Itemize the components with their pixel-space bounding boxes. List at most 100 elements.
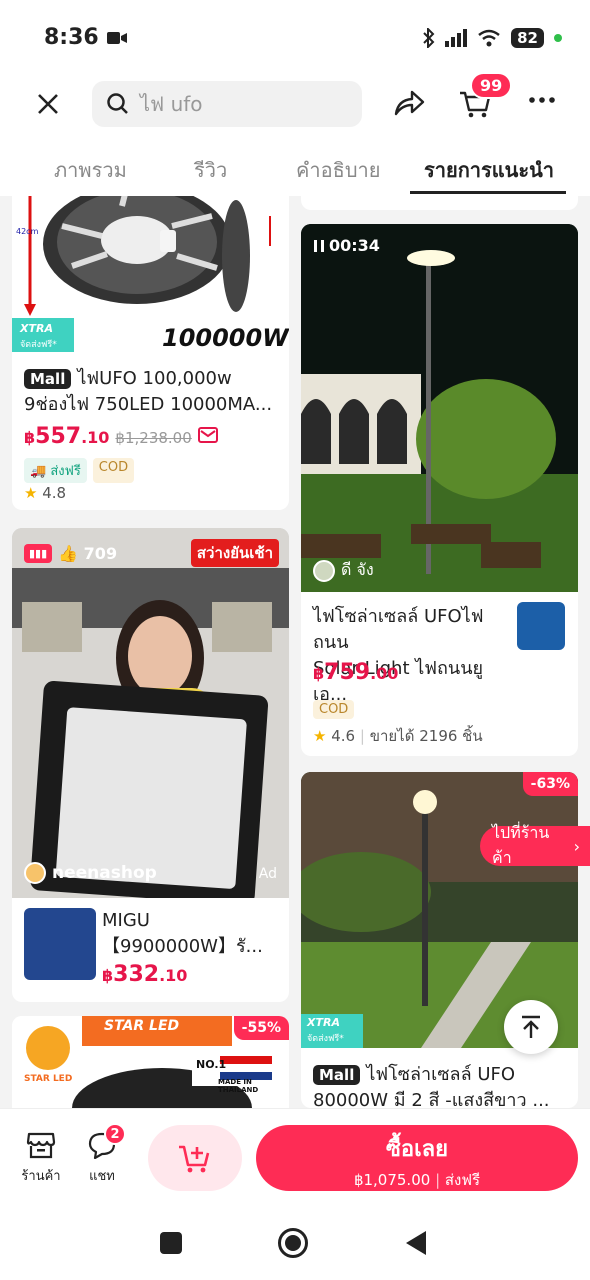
bluetooth-icon — [423, 27, 435, 48]
cod-tag: COD — [313, 700, 355, 719]
video-camera-icon — [106, 31, 127, 44]
tab-overview[interactable]: ภาพรวม — [54, 154, 127, 186]
add-to-cart-icon — [179, 1145, 210, 1173]
product-title: Mall ไฟโซล่าเซลล์ UFO 80000W มี 2 สี -แสงส… — [313, 1064, 550, 1108]
wattage-text: 100000W — [162, 324, 289, 352]
pause-icon — [314, 239, 324, 252]
product-image: 42cm XTRA จัดส่งฟรี* 100000W — [12, 196, 289, 356]
svg-text:42cm: 42cm — [16, 227, 39, 236]
rating: ★ 4.8 — [24, 484, 67, 502]
close-icon — [38, 94, 58, 114]
creator-info[interactable]: ดี จัง — [313, 558, 374, 583]
search-icon — [107, 93, 128, 114]
tag-row: 🚚 ส่งฟรี COD — [24, 458, 135, 483]
more-options-button[interactable] — [528, 86, 556, 121]
product-card-solar-light[interactable]: 00:34 ดี จัง ไฟโซล่าเซลล์ UFOไฟถนน Solar … — [301, 224, 578, 756]
xtra-badge: XTRA จัดส่งฟรี* — [301, 1014, 363, 1048]
title-line1: ไฟUFO 100,000w — [77, 368, 232, 389]
bottom-action-bar: ร้านค้า แชท 2 ซื้อเลย ฿1,075.00 | ส่งฟรี — [0, 1108, 590, 1200]
rating-sold: ★ 4.6 | ขายได้ 2196 ชิ้น — [313, 727, 483, 745]
signal-icon — [445, 28, 468, 47]
voucher-icon — [197, 427, 218, 443]
live-overlay: ▮▮▮ 👍 709 สว่างยันเช้า — [12, 538, 289, 568]
price: ฿759.00 — [313, 660, 399, 685]
share-button[interactable] — [392, 86, 428, 122]
tag-row: COD — [313, 698, 355, 719]
cart-count-badge: 99 — [470, 72, 513, 99]
privacy-dot-icon — [554, 33, 562, 42]
tab-description[interactable]: คำอธิบาย — [296, 154, 380, 186]
product-card-migu-ad[interactable]: ▮▮▮ 👍 709 สว่างยันเช้า neenashop Ad MIGU… — [12, 528, 289, 1002]
likes: 👍 709 — [58, 543, 118, 563]
buy-label: ซื้อเลย — [385, 1137, 449, 1162]
product-tabs: ภาพรวม รีวิว คำอธิบาย รายการแนะนำ — [0, 140, 590, 194]
product-card-partial[interactable] — [301, 196, 578, 210]
xtra-label: XTRA — [20, 322, 53, 335]
price-row: ฿557.10 ฿1,238.00 — [24, 424, 218, 449]
chat-label: แชท — [89, 1169, 115, 1184]
product-thumbnail[interactable] — [24, 908, 96, 980]
buy-now-button[interactable]: ซื้อเลย ฿1,075.00 | ส่งฟรี — [256, 1125, 578, 1191]
video-duration: 00:34 — [313, 236, 380, 255]
price: ฿332.10 — [102, 962, 188, 987]
star-icon: ★ — [24, 484, 38, 502]
chevron-right-icon: › — [573, 836, 580, 856]
share-icon — [394, 90, 425, 116]
shop-name: neenashop — [52, 863, 157, 883]
made-in-text: MADE IN THAILAND — [218, 1078, 259, 1094]
shop-button[interactable]: ร้านค้า — [18, 1131, 64, 1186]
mall-badge: Mall — [313, 1065, 361, 1085]
free-shipping-tag: 🚚 ส่งฟรี — [24, 458, 87, 483]
more-icon — [529, 97, 555, 103]
recent-apps-icon[interactable] — [160, 1232, 182, 1254]
close-button[interactable] — [34, 90, 62, 118]
buy-price-row: ฿1,075.00 | ส่งฟรี — [353, 1171, 481, 1189]
clock: 8:36 — [44, 25, 99, 50]
status-icons: 82 — [423, 27, 562, 48]
status-bar: 8:36 82 — [0, 0, 590, 75]
system-nav-bar — [0, 1200, 590, 1280]
discount-badge: -63% — [522, 772, 578, 796]
shop-info[interactable]: neenashop — [24, 862, 157, 884]
creator-name: ดี จัง — [341, 560, 374, 579]
ad-label: Ad — [258, 866, 277, 882]
back-icon[interactable] — [404, 1230, 428, 1256]
arrow-up-icon — [522, 1015, 540, 1038]
product-thumbnail[interactable] — [517, 602, 565, 650]
scroll-to-top-button[interactable] — [504, 1000, 558, 1054]
brand-banner: STAR LED — [104, 1018, 180, 1034]
product-image: STAR LED STAR LED NO.1 MADE IN THAILAND … — [12, 1016, 289, 1108]
price: ฿557.10 — [24, 424, 110, 449]
home-icon[interactable] — [278, 1228, 308, 1258]
original-price: ฿1,238.00 — [115, 429, 192, 447]
mall-badge: Mall — [24, 369, 72, 389]
top-bar: ไฟ ufo 99 — [0, 72, 590, 134]
product-title: ไฟโซล่าเซลล์ UFOไฟถนน Solar Light ไฟถนนยู… — [313, 606, 484, 705]
product-title: MIGU 【9900000W】รั... — [102, 910, 263, 957]
shop-label: ร้านค้า — [21, 1169, 61, 1184]
add-to-cart-button[interactable] — [148, 1125, 242, 1191]
go-to-shop-button[interactable]: ไปที่ร้านค้า › — [480, 823, 590, 867]
search-text: ไฟ ufo — [140, 92, 203, 116]
title-line2: 9ช่องไฟ 750LED 10000MA... — [24, 394, 273, 415]
promo-banner: สว่างยันเช้า — [190, 539, 279, 567]
discount-badge: -55% — [233, 1016, 289, 1040]
active-tab-indicator — [410, 191, 566, 194]
battery-level: 82 — [511, 27, 544, 48]
product-video[interactable]: 00:34 ดี จัง — [301, 224, 578, 592]
tab-reviews[interactable]: รีวิว — [194, 154, 227, 186]
search-input[interactable]: ไฟ ufo — [92, 81, 362, 127]
product-video[interactable]: ▮▮▮ 👍 709 สว่างยันเช้า neenashop Ad — [12, 528, 289, 905]
product-card-ufo-100000w[interactable]: 42cm XTRA จัดส่งฟรี* 100000W Mall ไฟUFO 1… — [12, 196, 289, 510]
avatar — [313, 559, 335, 582]
tab-recommended[interactable]: รายการแนะนำ — [424, 154, 554, 186]
avatar — [24, 862, 46, 884]
star-icon: ★ — [313, 727, 327, 745]
product-card-star-led[interactable]: STAR LED STAR LED NO.1 MADE IN THAILAND … — [12, 1016, 289, 1108]
live-icon: ▮▮▮ — [24, 543, 53, 563]
product-feed[interactable]: 42cm XTRA จัดส่งฟรี* 100000W Mall ไฟUFO 1… — [0, 196, 590, 1108]
wifi-icon — [478, 29, 500, 46]
store-icon — [26, 1132, 56, 1159]
chat-badge: 2 — [104, 1123, 126, 1145]
cod-tag: COD — [92, 458, 135, 483]
